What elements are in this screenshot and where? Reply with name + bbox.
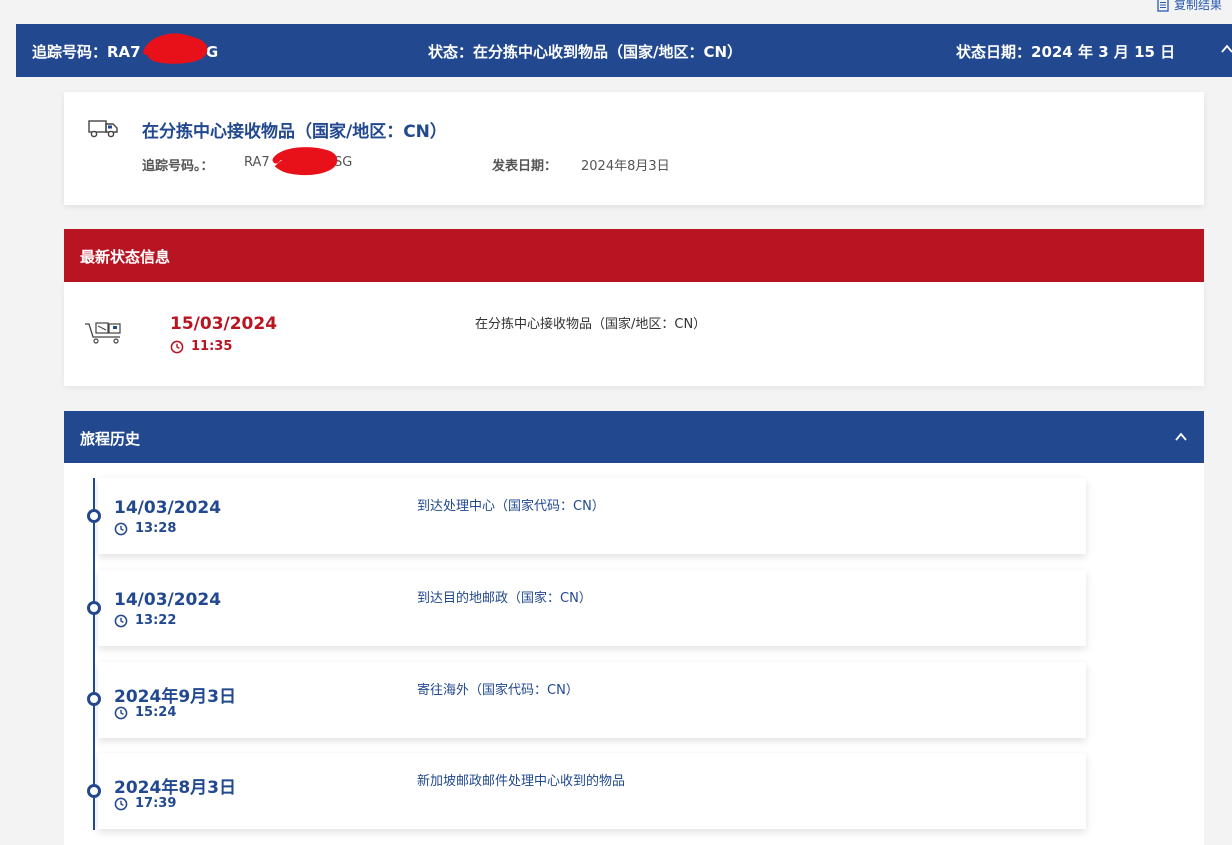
- latest-time: 11:35: [170, 339, 232, 354]
- history-entry: 14/03/2024 13:22 到达目的地邮政（国家：CN）: [98, 570, 1086, 646]
- history-time: 17:39: [114, 796, 176, 811]
- history-date: 14/03/2024: [114, 498, 222, 518]
- history-description: 寄往海外（国家代码：CN）: [417, 683, 579, 698]
- timeline-dot: [87, 509, 101, 523]
- history-entry: 2024年9月3日 15:24 寄往海外（国家代码：CN）: [98, 662, 1086, 738]
- history-description: 到达目的地邮政（国家：CN）: [417, 591, 592, 606]
- timeline-dot: [87, 601, 101, 615]
- history-date: 2024年8月3日: [114, 778, 236, 798]
- chevron-up-icon[interactable]: [1174, 430, 1188, 444]
- copy-results-label: 复制结果: [1174, 0, 1223, 12]
- history-date: 14/03/2024: [114, 590, 222, 610]
- cart-icon: [85, 322, 121, 344]
- tracking-status-bar: 追踪号码：RA74SG 状态：在分拣中心收到物品（国家/地区：CN） 状态日期：…: [16, 24, 1232, 77]
- status-date: 状态日期：2024 年 3 月 15 日: [956, 43, 1176, 61]
- document-icon: [1157, 0, 1169, 12]
- latest-time-value: 11:35: [191, 339, 233, 354]
- history-description: 到达处理中心（国家代码：CN）: [417, 499, 605, 514]
- history-time: 13:22: [114, 613, 176, 628]
- history-date: 2024年9月3日: [114, 687, 236, 707]
- timeline-dot: [87, 692, 101, 706]
- history-entry: 2024年8月3日 17:39 新加坡邮政邮件处理中心收到的物品: [98, 753, 1086, 829]
- journey-history-title: 旅程历史: [80, 430, 141, 448]
- tracking-label: 追踪号码。：: [142, 159, 214, 174]
- latest-status-title: 最新状态信息: [80, 248, 171, 266]
- timeline-line: [93, 478, 95, 830]
- clock-icon: [114, 706, 128, 719]
- latest-status-header: 最新状态信息: [64, 229, 1204, 282]
- history-time-value: 13:28: [135, 521, 177, 536]
- status-text: 状态：在分拣中心收到物品（国家/地区：CN）: [428, 43, 743, 61]
- summary-title: 在分拣中心接收物品（国家/地区：CN）: [142, 122, 447, 142]
- tracking-value-prefix: RA7: [244, 155, 270, 170]
- copy-results-link[interactable]: 复制结果: [1157, 0, 1222, 13]
- redaction-scribble: [272, 147, 338, 176]
- truck-icon: [88, 120, 118, 138]
- history-description: 新加坡邮政邮件处理中心收到的物品: [417, 774, 626, 789]
- latest-date: 15/03/2024: [170, 314, 278, 334]
- clock-icon: [114, 614, 128, 627]
- history-time: 13:28: [114, 521, 176, 536]
- redaction-scribble: [143, 33, 208, 64]
- chevron-up-icon[interactable]: [1220, 42, 1232, 56]
- history-time-value: 17:39: [135, 796, 177, 811]
- clock-icon: [170, 340, 184, 353]
- timeline-dot: [87, 784, 101, 798]
- published-label: 发表日期：: [492, 159, 558, 174]
- journey-history-header[interactable]: 旅程历史: [64, 411, 1204, 463]
- latest-status-card: 15/03/2024 11:35 在分拣中心接收物品（国家/地区：CN）: [64, 282, 1204, 386]
- history-time-value: 13:22: [135, 613, 177, 628]
- clock-icon: [114, 797, 128, 810]
- history-time: 15:24: [114, 705, 176, 720]
- history-time-value: 15:24: [135, 705, 177, 720]
- published-value: 2024年8月3日: [581, 159, 670, 174]
- clock-icon: [114, 522, 128, 535]
- summary-card: 在分拣中心接收物品（国家/地区：CN） 追踪号码。： RA7 4SG 发表日期： …: [64, 92, 1204, 205]
- history-entry: 14/03/2024 13:28 到达处理中心（国家代码：CN）: [98, 478, 1086, 554]
- tracking-number-prefix: 追踪号码：RA7: [32, 43, 141, 61]
- latest-description: 在分拣中心接收物品（国家/地区：CN）: [475, 317, 707, 332]
